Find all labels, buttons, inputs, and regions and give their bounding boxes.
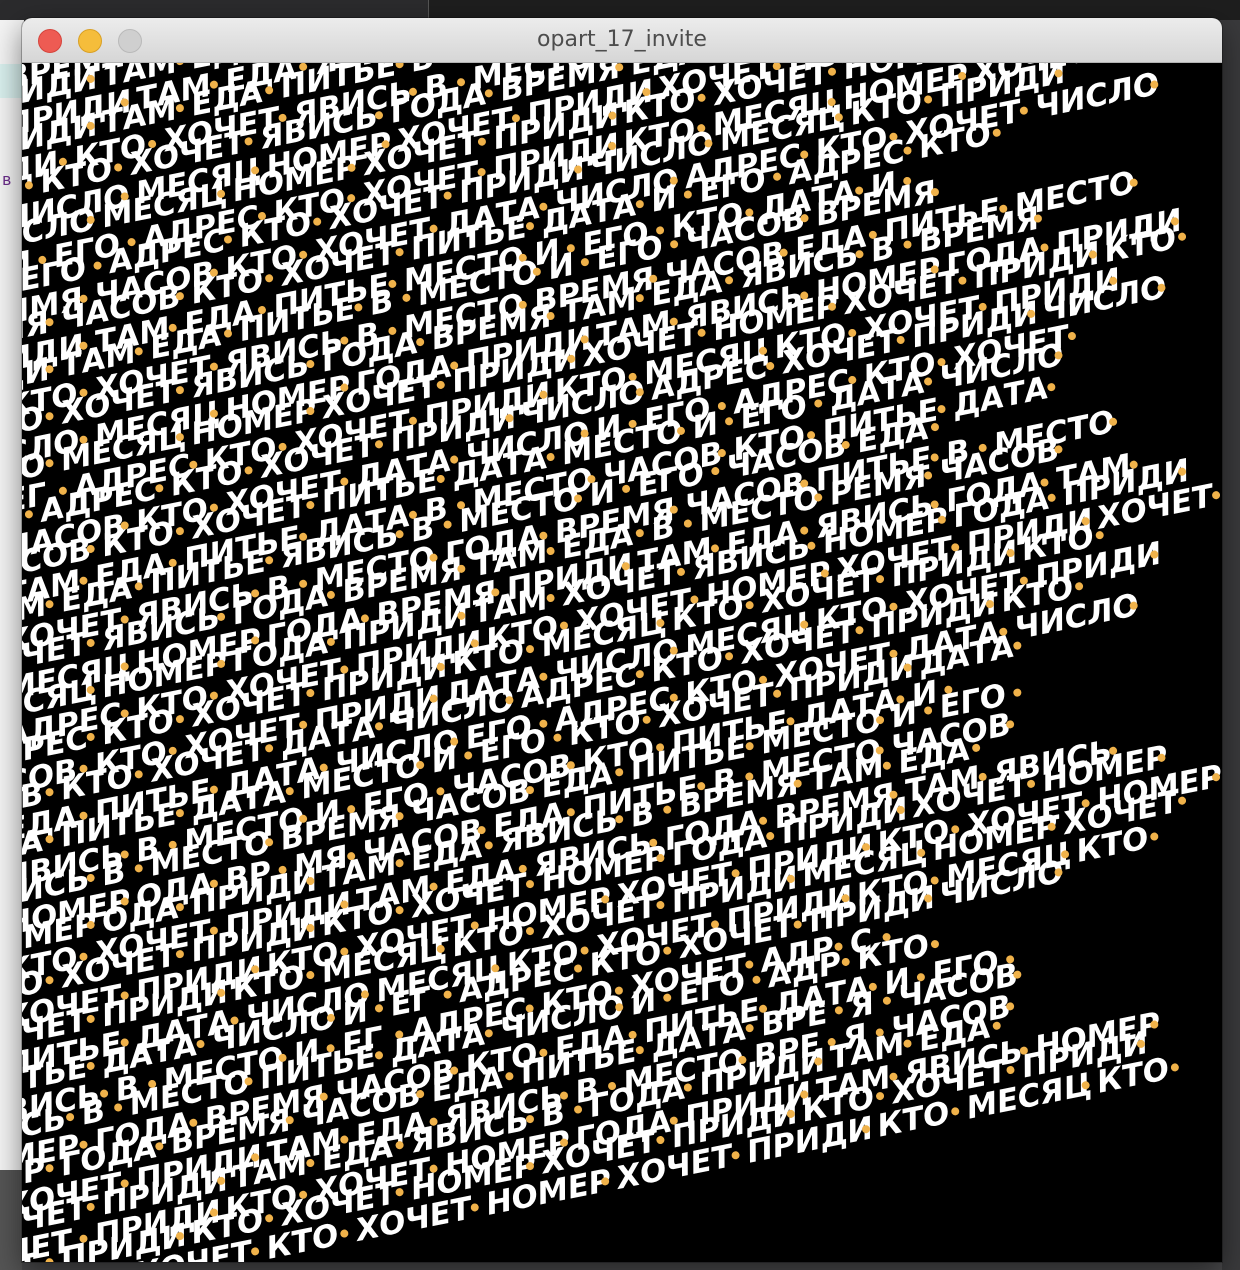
background-highlight-bar	[0, 64, 24, 98]
app-window: opart_17_invite ВРЕМЯЧАСОВКТОЕДАПИТЬДАТА…	[22, 18, 1222, 1262]
separator-dot	[752, 975, 761, 984]
separator-dot	[841, 957, 850, 966]
window-title: opart_17_invite	[537, 27, 707, 52]
op-art-text-pattern: ВРЕМЯЧАСОВКТОЕДАПИТЬДАТАИЕГОКТОХОЧЕТПРИД…	[22, 63, 1222, 1262]
close-button[interactable]	[38, 29, 62, 53]
pattern-word: КТО	[874, 1095, 952, 1145]
separator-dot	[340, 1229, 349, 1238]
background-panel-bottom	[0, 1170, 24, 1270]
zoom-button[interactable]	[118, 29, 142, 53]
separator-dot	[1170, 1063, 1179, 1072]
separator-dot	[717, 402, 726, 411]
background-text-fragment: в	[2, 170, 12, 189]
separator-dot	[1013, 688, 1022, 697]
background-editor-strip	[428, 0, 1240, 20]
background-bottom-strip	[22, 1262, 1222, 1270]
background-window-panel	[0, 20, 24, 1270]
separator-dot	[951, 1107, 960, 1116]
title-bar[interactable]: opart_17_invite	[22, 18, 1222, 63]
separator-dot	[930, 940, 939, 949]
separator-dot	[1150, 832, 1159, 841]
background-window-strip	[0, 0, 428, 20]
separator-dot	[484, 841, 493, 850]
minimize-button[interactable]	[78, 29, 102, 53]
separator-dot	[725, 417, 734, 426]
artwork-canvas: ВРЕМЯЧАСОВКТОЕДАПИТЬДАТАИЕГОКТОХОЧЕТПРИД…	[22, 63, 1222, 1262]
pattern-word: КТО	[263, 1217, 341, 1262]
